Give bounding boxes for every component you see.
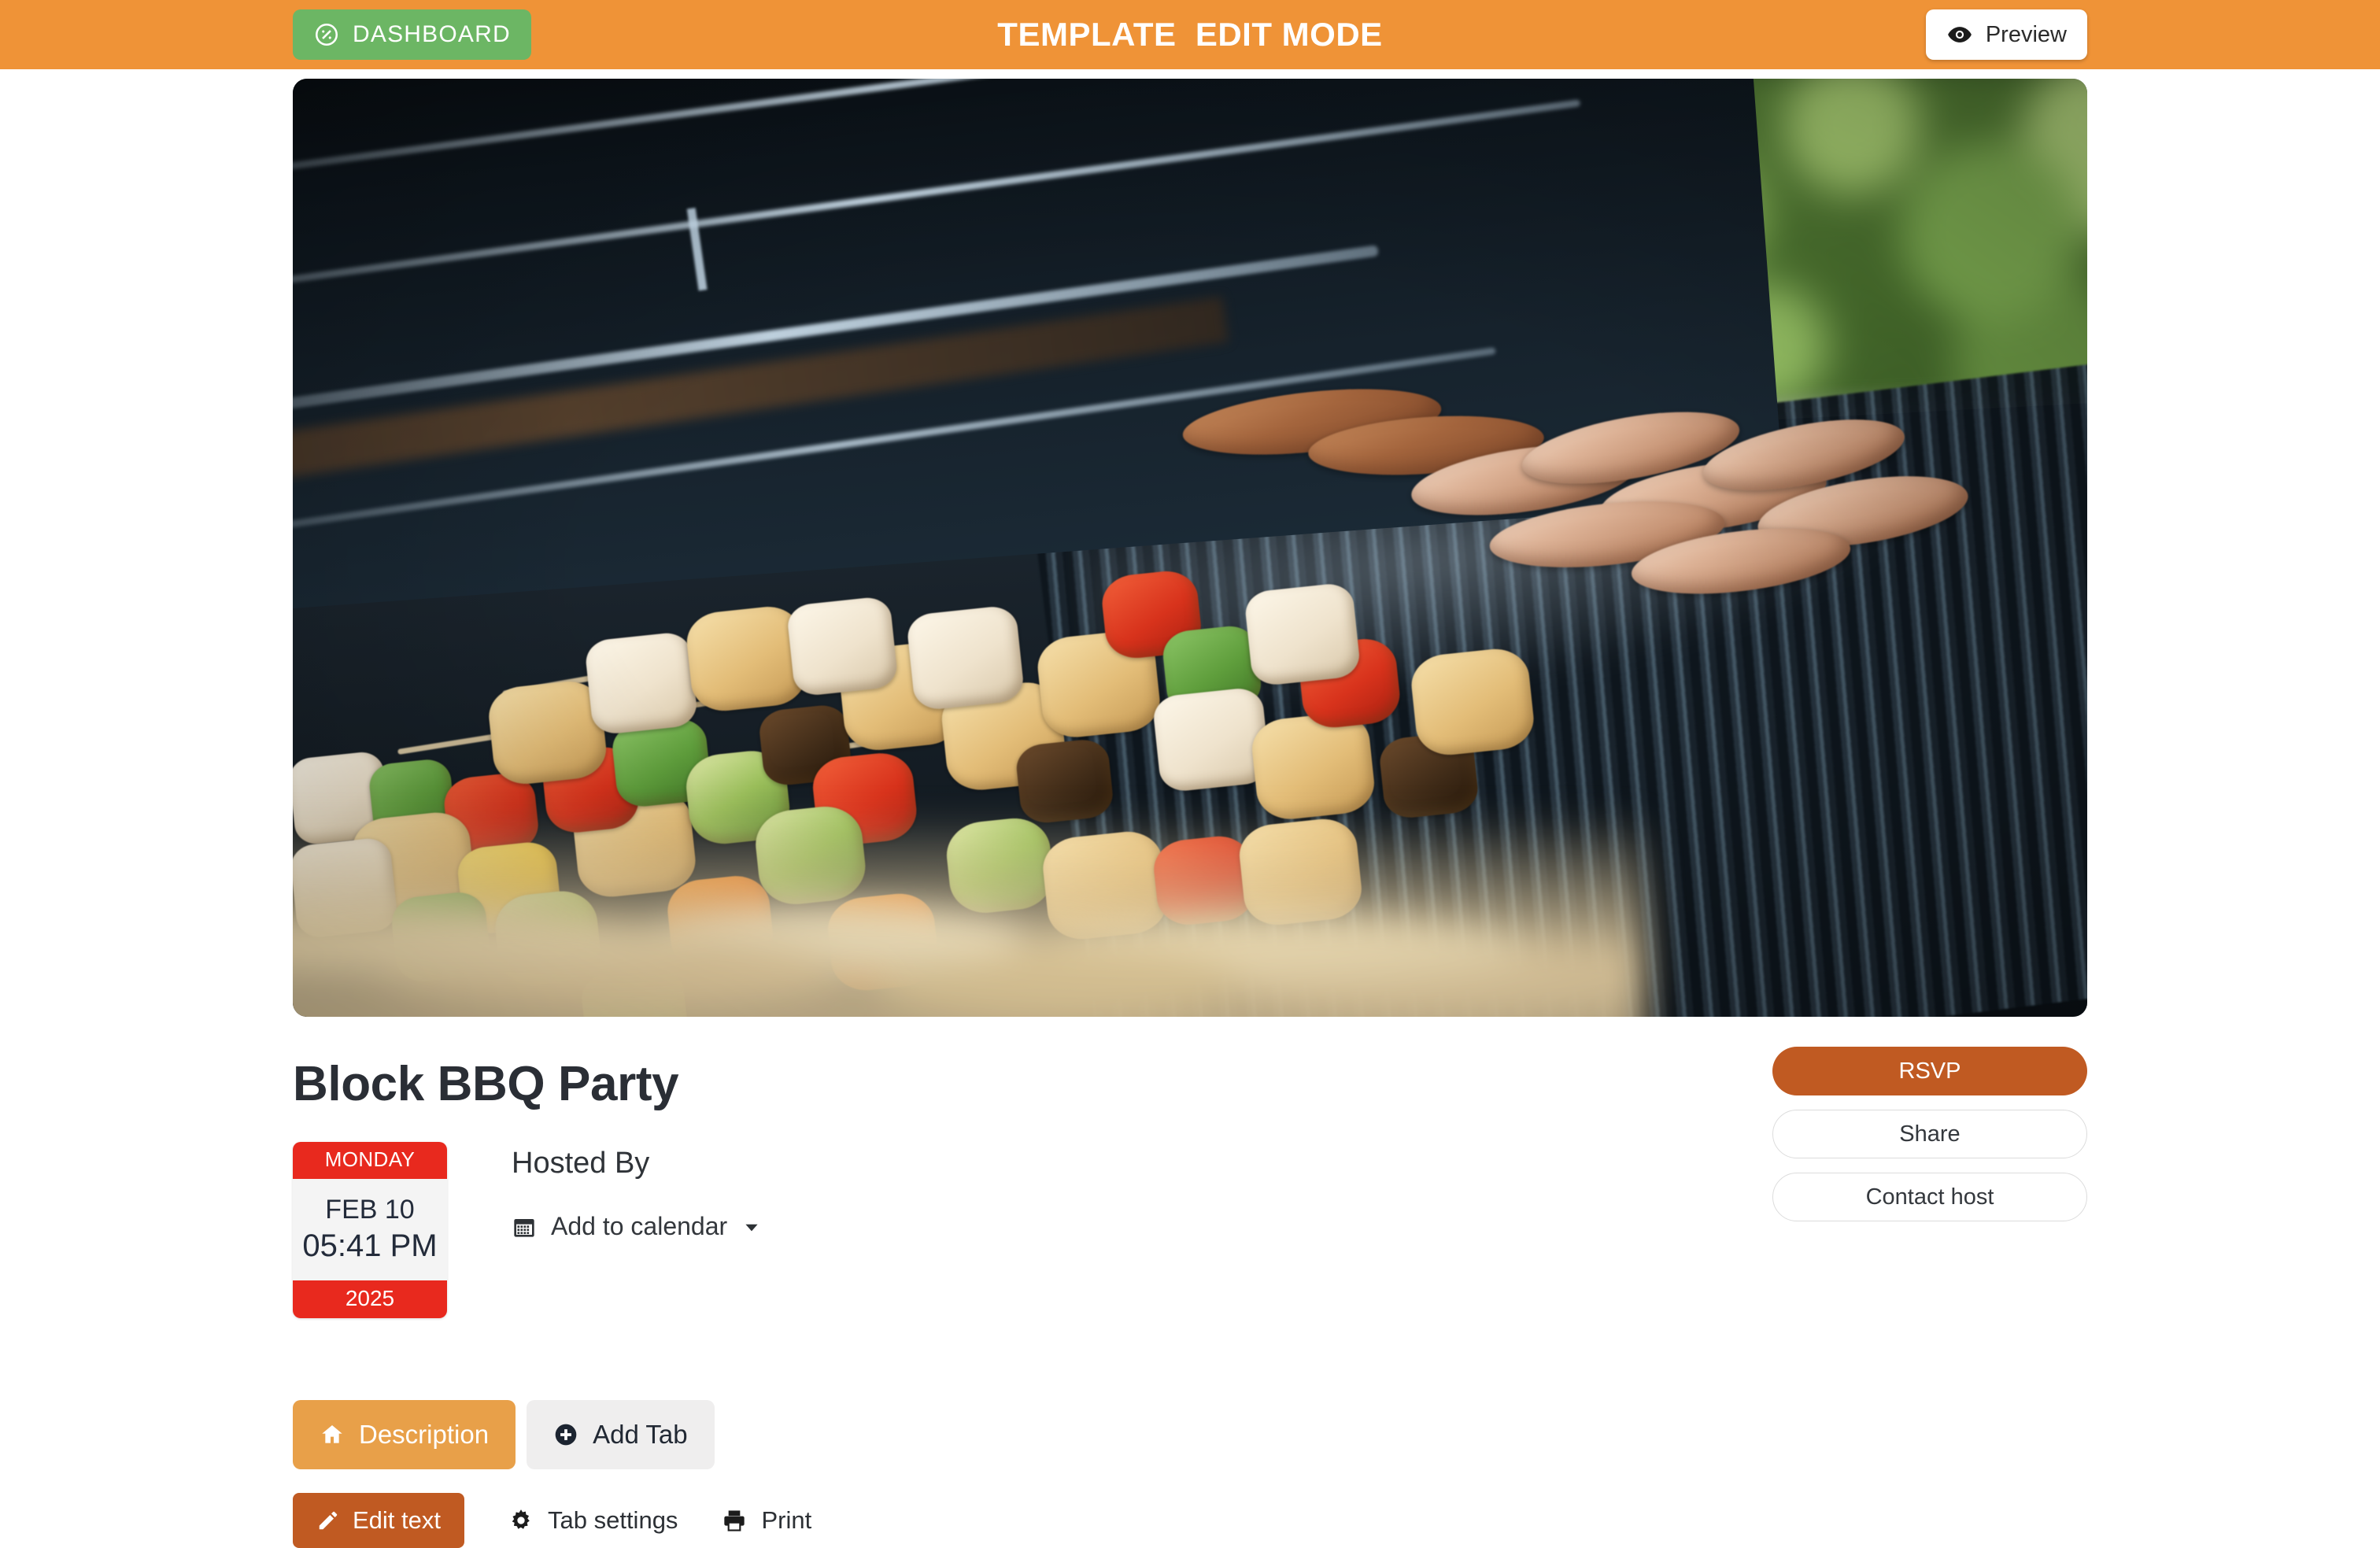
tab-settings-label: Tab settings bbox=[548, 1506, 678, 1534]
date-weekday: MONDAY bbox=[293, 1142, 447, 1179]
host-column: Hosted By Add to calendar bbox=[512, 1142, 762, 1318]
add-tab-button[interactable]: Add Tab bbox=[527, 1399, 715, 1469]
editor-toolbar: Edit text Tab settings Print bbox=[293, 1492, 2087, 1548]
preview-button[interactable]: Preview bbox=[1925, 9, 2087, 60]
add-to-calendar-label: Add to calendar bbox=[551, 1212, 728, 1240]
tab-description[interactable]: Description bbox=[293, 1399, 516, 1469]
tab-description-label: Description bbox=[359, 1419, 490, 1449]
event-meta-row: MONDAY FEB 10 05:41 PM 2025 Hosted By Ad… bbox=[293, 1047, 2087, 1318]
print-label: Print bbox=[761, 1506, 812, 1534]
event-hero-image[interactable] bbox=[293, 79, 2087, 1017]
calendar-icon bbox=[512, 1214, 537, 1240]
edit-text-button[interactable]: Edit text bbox=[293, 1492, 464, 1548]
gear-icon bbox=[508, 1508, 534, 1533]
event-action-buttons: RSVP Share Contact host bbox=[1772, 1047, 2087, 1221]
rsvp-button[interactable]: RSVP bbox=[1772, 1047, 2087, 1095]
date-time: 05:41 PM bbox=[302, 1228, 438, 1263]
plus-circle-icon bbox=[553, 1422, 578, 1447]
event-date-card: MONDAY FEB 10 05:41 PM 2025 bbox=[293, 1142, 447, 1318]
caret-down-icon bbox=[741, 1217, 762, 1237]
home-icon bbox=[320, 1422, 345, 1447]
print-button[interactable]: Print bbox=[722, 1506, 811, 1535]
pencil-icon bbox=[316, 1509, 340, 1532]
event-details: Block BBQ Party MONDAY FEB 10 05:41 PM 2… bbox=[293, 1017, 2087, 1548]
date-main: FEB 10 05:41 PM bbox=[293, 1179, 447, 1280]
date-year: 2025 bbox=[293, 1280, 447, 1318]
contact-host-button[interactable]: Contact host bbox=[1772, 1173, 2087, 1221]
share-button[interactable]: Share bbox=[1772, 1110, 2087, 1158]
add-tab-label: Add Tab bbox=[593, 1419, 688, 1449]
date-month-day: FEB 10 bbox=[325, 1195, 415, 1225]
hosted-by-label: Hosted By bbox=[512, 1147, 650, 1180]
add-to-calendar-button[interactable]: Add to calendar bbox=[512, 1212, 762, 1241]
hero-illustration bbox=[293, 79, 2087, 1017]
printer-icon bbox=[722, 1508, 747, 1533]
preview-button-label: Preview bbox=[1985, 21, 2067, 47]
tab-settings-button[interactable]: Tab settings bbox=[508, 1506, 678, 1535]
top-bar: DASHBOARD TEMPLATE EDIT MODE Preview bbox=[0, 0, 2380, 69]
eye-icon bbox=[1946, 21, 1973, 48]
edit-text-label: Edit text bbox=[353, 1506, 441, 1534]
tab-bar: Description Add Tab bbox=[293, 1399, 2087, 1469]
